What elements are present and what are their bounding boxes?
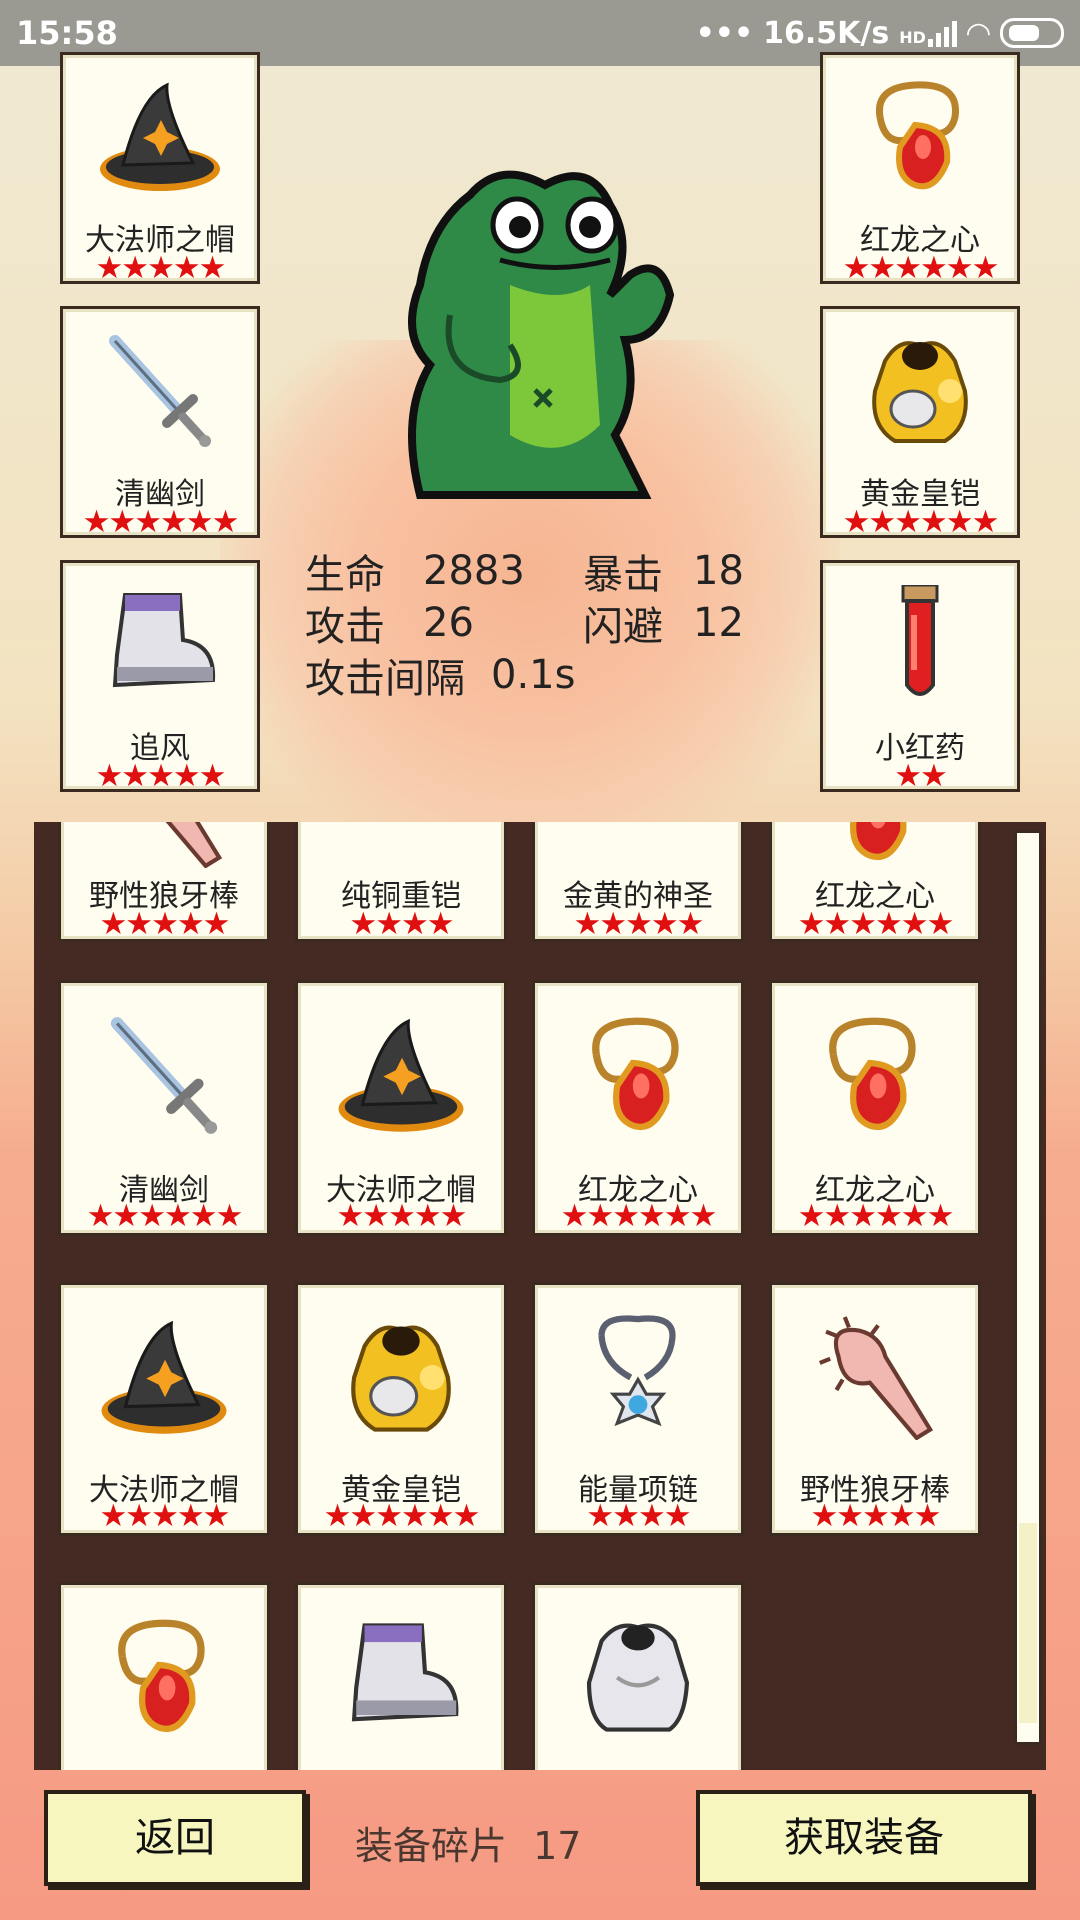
item-stars: ★★ [894,758,948,794]
item-stars: ★★★★★★ [842,250,1000,286]
equipped-slot-left-1[interactable]: 大法师之帽 ★★★★★ [60,52,260,284]
inventory-panel[interactable]: 野性狼牙棒 ★★★★★ 纯铜重铠 ★★★★ 金黄的神圣 ★★★★★ 红龙之心 ★… [34,822,1046,1770]
back-button[interactable]: 返回 [44,1790,306,1886]
equipped-slot-left-2[interactable]: 清幽剑 ★★★★★★ [60,306,260,538]
item-stars: ★★★★ [586,1498,691,1534]
item-stars: ★★★★★ [810,1498,942,1534]
equipped-slot-right-1[interactable]: 红龙之心 ★★★★★★ [820,52,1020,284]
item-stars: ★★★★★★ [82,504,240,540]
inventory-scrollbar[interactable] [1014,830,1042,1745]
status-right: ••• 16.5K/s HD ◠ [696,16,1064,51]
silver-armor-icon [568,1615,708,1740]
interval-value: 0.1s [491,652,576,698]
item-stars: ★★★★★ [95,250,227,286]
net-type: HD [899,27,926,47]
item-stars: ★★★★★ [99,906,231,942]
sword-icon [95,331,225,451]
atk-label: 攻击 [305,604,385,650]
inventory-item[interactable]: 能量项链 ★★★★ [532,1282,744,1536]
inventory-item[interactable]: 纯铜重铠 ★★★★ [295,822,507,942]
gold-armor-icon [331,1315,471,1440]
wizard-hat-icon [99,1321,229,1436]
wifi-icon: ◠ [966,15,990,51]
inventory-item[interactable]: 野性狼牙棒 ★★★★★ [769,1282,981,1536]
inventory-item[interactable]: 红龙之心 ★★★★★★ [769,980,981,1236]
boot-icon [113,593,216,687]
stat-row-atk-dodge: 攻击 26 闪避 12 [305,597,853,650]
item-stars: ★★★★ [349,906,454,942]
amulet-icon [805,1013,945,1138]
equipped-slot-left-3[interactable]: 追风 ★★★★★ [60,560,260,792]
item-stars: ★★★★★★ [797,906,955,942]
item-stars: ★★★★★★ [86,1198,244,1234]
holy-item-icon [568,822,708,868]
energy-necklace-icon [568,1315,708,1440]
inventory-item[interactable]: 黄金皇铠 ★★★★★★ [295,1282,507,1536]
stat-row-hp-crit: 生命 2883 暴击 18 [305,545,853,598]
equipped-slot-right-2[interactable]: 黄金皇铠 ★★★★★★ [820,306,1020,538]
hp-label: 生命 [305,552,385,598]
equipped-slot-right-3[interactable]: 小红药 ★★ [820,560,1020,792]
scrollbar-thumb[interactable] [1019,1523,1037,1723]
amulet-icon [805,822,945,868]
status-time: 15:58 [16,14,118,52]
inventory-item[interactable]: 红龙之心 ★★★★★★ [769,822,981,942]
stat-row-interval: 攻击间隔 0.1s [305,649,853,702]
boot-icon [331,1615,471,1740]
spiked-club-icon [94,822,234,868]
shards-count: 17 [533,1824,582,1868]
item-stars: ★★★★★★ [842,504,1000,540]
get-equipment-button[interactable]: 获取装备 [696,1790,1032,1886]
item-stars: ★★★★★ [336,1198,468,1234]
crit-label: 暴击 [583,552,663,598]
inventory-item[interactable]: 清幽剑 ★★★★★★ [58,980,270,1236]
item-stars: ★★★★★ [95,758,227,794]
equipment-shards: 装备碎片 17 [355,1815,581,1870]
atk-value: 26 [423,600,474,646]
network-speed: 16.5K/s [763,15,890,51]
shards-label: 装备碎片 [355,1824,508,1868]
battery-icon [1000,18,1064,48]
inventory-item[interactable]: 大法师之帽 ★★★★★ [295,980,507,1236]
inventory-item[interactable]: 野性狼牙棒 ★★★★★ [58,822,270,942]
amulet-icon [568,1013,708,1138]
inventory-item[interactable]: 大法师之帽 ★★★★★ [58,1282,270,1536]
inventory-item[interactable] [58,1582,270,1770]
amulet-icon [855,77,985,197]
item-stars: ★★★★★ [99,1498,231,1534]
inventory-item[interactable] [295,1582,507,1770]
inventory-item[interactable]: 红龙之心 ★★★★★★ [532,980,744,1236]
item-stars: ★★★★★ [573,906,705,942]
spiked-club-icon [805,1315,945,1440]
inventory-item[interactable] [532,1582,744,1770]
dodge-label: 闪避 [583,604,663,650]
sword-icon [94,1013,234,1138]
gold-armor-icon [872,340,968,443]
hp-value: 2883 [423,548,525,594]
amulet-icon [94,1615,234,1740]
signal-icon [927,19,957,47]
wizard-hat-icon [336,1019,466,1134]
inventory-item[interactable]: 金黄的神圣 ★★★★★ [532,822,744,942]
frog-hero-sprite [408,170,675,499]
item-stars: ★★★★★★ [323,1498,481,1534]
copper-armor-icon [331,822,471,868]
item-stars: ★★★★★★ [560,1198,718,1234]
item-stars: ★★★★★★ [797,1198,955,1234]
red-potion-icon [901,585,939,696]
more-dots-icon: ••• [695,15,754,51]
interval-label: 攻击间隔 [305,656,465,702]
wizard-hat-icon [98,83,222,193]
hero-stats: 生命 2883 暴击 18 攻击 26 闪避 12 攻击间隔 0.1s [305,545,853,702]
